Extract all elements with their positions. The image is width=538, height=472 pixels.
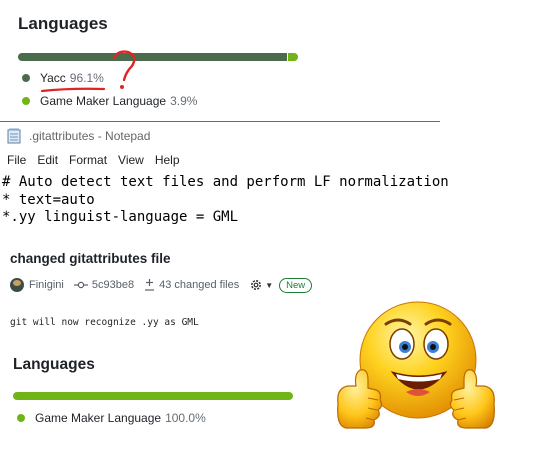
language-item-gml[interactable]: Game Maker Language 3.9% [22,94,197,108]
new-badge: New [279,277,313,293]
notepad-text-area[interactable]: # Auto detect text files and perform LF … [2,174,449,227]
window-title: .gitattributes - Notepad [29,129,151,143]
menu-help[interactable]: Help [155,153,180,171]
commit-message: git will now recognize .yy as GML [10,317,199,328]
red-underline-annotation [40,87,106,93]
red-question-mark-annotation [112,50,136,89]
text-line: # Auto detect text files and perform LF … [2,174,449,190]
language-bar-segment-yacc [18,53,288,61]
commit-author[interactable]: Finigini [29,279,64,291]
menu-format[interactable]: Format [69,153,107,171]
caret-down-icon[interactable]: ▼ [265,281,273,290]
language-dot-icon [22,74,30,82]
avatar[interactable] [10,278,24,292]
menu-file[interactable]: File [7,153,26,171]
commit-title[interactable]: changed gitattributes file [10,251,171,266]
divider [0,121,440,122]
gear-icon[interactable] [249,278,263,292]
commit-meta: Finigini 5c93be8 43 changed files ▼ New [10,276,313,294]
language-name[interactable]: Yacc [40,71,66,85]
language-bar-segment-gml [288,53,298,61]
language-bar-top [18,53,298,61]
language-percent: 3.9% [170,94,198,108]
commit-sha[interactable]: 5c93be8 [92,279,134,291]
menu-view[interactable]: View [118,153,144,171]
languages-heading-top: Languages [18,14,108,33]
git-commit-icon [73,280,88,290]
text-line: *.yy linguist-language = GML [2,209,239,225]
thumbs-up-smiley-icon [337,301,495,429]
notepad-icon [7,128,21,144]
menubar: File Edit Format View Help [0,153,184,171]
language-percent: 100.0% [165,411,206,425]
language-dot-icon [22,97,30,105]
language-percent: 96.1% [69,71,104,85]
diff-plus-minus-icon [144,279,155,291]
languages-heading-bottom: Languages [13,356,95,373]
language-bar-bottom [13,392,293,400]
language-bar-segment-gml [13,392,293,400]
language-name[interactable]: Game Maker Language [40,94,166,108]
language-item-yacc[interactable]: Yacc 96.1% [22,71,104,85]
changed-files-count[interactable]: 43 changed files [159,279,239,291]
menu-edit[interactable]: Edit [37,153,58,171]
language-item-gml[interactable]: Game Maker Language 100.0% [17,411,206,425]
text-line: * text=auto [2,191,95,208]
language-dot-icon [17,414,25,422]
language-name[interactable]: Game Maker Language [35,411,161,425]
notepad-titlebar: .gitattributes - Notepad [0,125,150,147]
